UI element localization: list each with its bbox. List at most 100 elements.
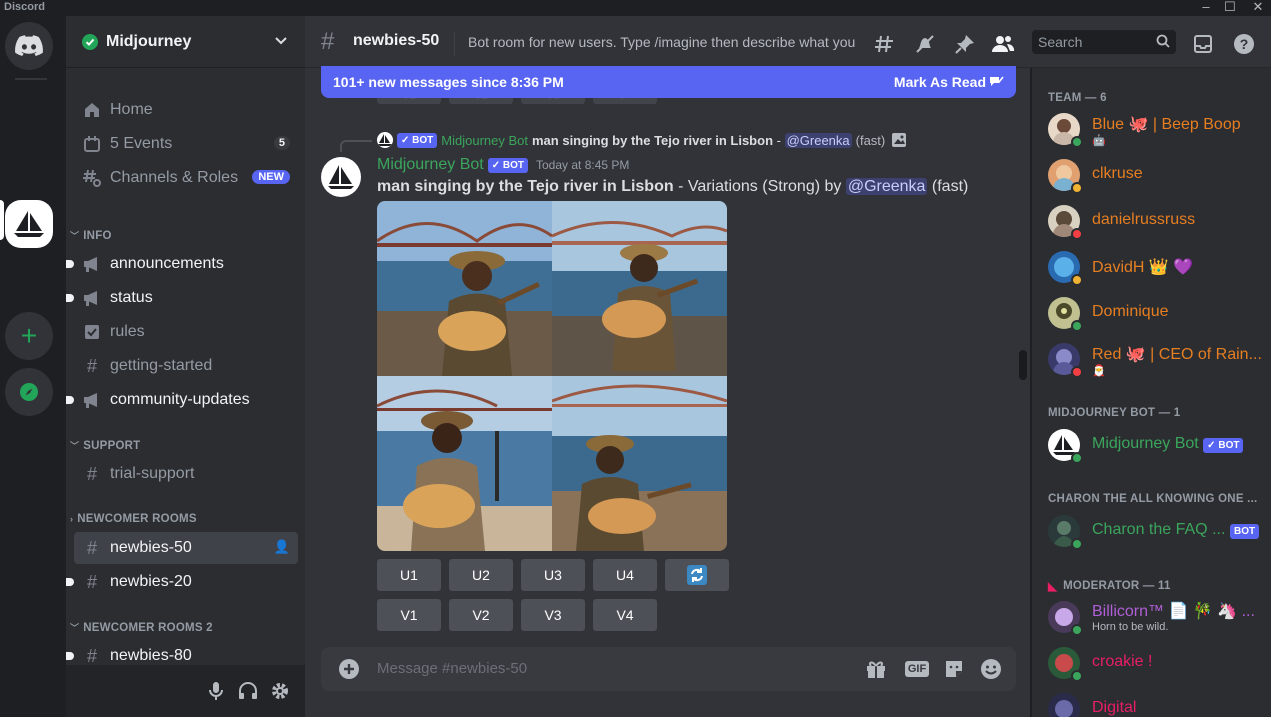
member-item[interactable]: danielrussruss bbox=[1040, 200, 1264, 242]
invite-member-icon[interactable]: 👤 bbox=[274, 539, 290, 555]
sidebar-item-rules[interactable]: rules bbox=[74, 316, 298, 348]
search-placeholder: Search bbox=[1038, 34, 1083, 50]
notification-muted-icon[interactable] bbox=[913, 32, 937, 56]
sidebar-item-events[interactable]: 5 Events 5 bbox=[74, 128, 298, 160]
gif-icon[interactable]: GIF bbox=[904, 657, 930, 681]
member-item[interactable]: Dominique bbox=[1040, 292, 1264, 334]
category-chevron-icon: ﹀ bbox=[70, 231, 80, 241]
help-icon[interactable]: ? bbox=[1232, 32, 1256, 56]
reroll-icon bbox=[687, 565, 707, 585]
midjourney-server-icon[interactable] bbox=[5, 200, 53, 248]
sidebar-item-getting-started[interactable]: # getting-started bbox=[74, 350, 298, 382]
message-author[interactable]: Midjourney Bot bbox=[377, 156, 484, 174]
sidebar-item-status[interactable]: status bbox=[66, 282, 298, 314]
chat-scrollbar[interactable] bbox=[1019, 350, 1027, 380]
threads-icon[interactable] bbox=[873, 32, 897, 56]
microphone-icon[interactable] bbox=[206, 681, 226, 701]
bot-badge: ✓ BOT bbox=[1203, 438, 1244, 453]
category-newcomer-rooms[interactable]: › NEWCOMER ROOMS bbox=[70, 513, 197, 525]
new-messages-text: 101+ new messages since 8:36 PM bbox=[333, 74, 564, 90]
upscale-button-2[interactable]: U2 bbox=[449, 559, 513, 591]
variation-button-3[interactable]: V3 bbox=[521, 599, 585, 631]
variation-button-1[interactable]: V1 bbox=[377, 599, 441, 631]
channel-topic[interactable]: Bot room for new users. Type /imagine th… bbox=[468, 34, 860, 50]
message-input[interactable]: Message #newbies-50 bbox=[377, 660, 527, 677]
upscale-button-1[interactable]: U1 bbox=[377, 559, 441, 591]
maximize-icon[interactable]: ☐ bbox=[1218, 0, 1242, 15]
gear-icon[interactable] bbox=[270, 681, 290, 701]
gift-icon[interactable] bbox=[864, 657, 888, 681]
sidebar-item-announcements[interactable]: announcements bbox=[66, 248, 298, 280]
unread-dot bbox=[66, 294, 74, 302]
member-item[interactable]: croakie ! bbox=[1040, 642, 1264, 684]
generated-image-2 bbox=[552, 201, 727, 376]
member-item[interactable]: Digital bbox=[1040, 688, 1264, 717]
emoji-icon[interactable] bbox=[979, 657, 1003, 681]
reply-mention[interactable]: @Greenka bbox=[784, 132, 852, 148]
member-list-icon[interactable] bbox=[991, 32, 1015, 56]
presence-indicator bbox=[1071, 182, 1083, 194]
image-grid-attachment[interactable] bbox=[377, 201, 727, 551]
member-name: Dominique bbox=[1092, 303, 1169, 320]
svg-text:?: ? bbox=[1240, 36, 1249, 52]
inbox-icon[interactable] bbox=[1191, 32, 1215, 56]
new-messages-bar[interactable]: 101+ new messages since 8:36 PM Mark As … bbox=[321, 66, 1016, 98]
pin-icon[interactable] bbox=[953, 32, 977, 56]
category-newcomer-rooms-2[interactable]: ﹀ NEWCOMER ROOMS 2 bbox=[70, 621, 213, 634]
variation-button-4[interactable]: V4 bbox=[593, 599, 657, 631]
member-item[interactable]: Midjourney Bot ✓ BOT bbox=[1040, 424, 1264, 466]
sidebar-item-community-updates[interactable]: community-updates bbox=[66, 384, 298, 416]
calendar-icon bbox=[82, 134, 102, 154]
minimize-icon[interactable]: – bbox=[1194, 0, 1218, 14]
category-info[interactable]: ﹀ INFO bbox=[70, 229, 112, 242]
category-label: INFO bbox=[83, 229, 112, 242]
message-content: man singing by the Tejo river in Lisbon … bbox=[377, 178, 968, 196]
presence-indicator bbox=[1071, 320, 1083, 332]
upscale-button-3[interactable]: U3 bbox=[521, 559, 585, 591]
member-item[interactable]: Billicorn™ 📄 🎋 🦄 ... Horn to be wild. bbox=[1040, 596, 1264, 638]
category-chevron-icon: ﹀ bbox=[70, 623, 80, 633]
message-reply-reference[interactable]: ✓ BOT Midjourney Bot man singing by the … bbox=[377, 132, 907, 148]
sidebar-item-newbies-50[interactable]: # newbies-50 👤 bbox=[74, 532, 298, 564]
bot-avatar[interactable] bbox=[321, 157, 361, 197]
member-item[interactable]: Charon the FAQ ... BOT bbox=[1040, 510, 1264, 552]
member-name: croakie ! bbox=[1092, 653, 1153, 670]
category-chevron-icon: › bbox=[70, 514, 74, 524]
speed-label: (fast) bbox=[927, 178, 969, 195]
server-list: + bbox=[0, 16, 66, 717]
channels-roles-icon bbox=[82, 168, 102, 188]
upscale-button-4[interactable]: U4 bbox=[593, 559, 657, 591]
sidebar-item-trial-support[interactable]: # trial-support bbox=[74, 458, 298, 490]
user-mention[interactable]: @Greenka bbox=[845, 178, 928, 195]
member-item[interactable]: DavidH 👑 💜 bbox=[1040, 246, 1264, 288]
presence-indicator bbox=[1071, 452, 1083, 464]
member-name: Digital bbox=[1092, 699, 1137, 716]
direct-messages-button[interactable] bbox=[5, 22, 53, 70]
attach-plus-icon[interactable] bbox=[337, 657, 361, 681]
server-header[interactable]: Midjourney bbox=[66, 16, 305, 68]
member-status-text: 🤖 bbox=[1092, 135, 1106, 147]
sidebar-item-newbies-20[interactable]: # newbies-20 bbox=[66, 566, 298, 598]
headphones-icon[interactable] bbox=[238, 681, 258, 701]
sticker-icon[interactable] bbox=[942, 657, 966, 681]
events-label: 5 Events bbox=[110, 135, 173, 152]
member-item[interactable]: Red 🐙 | CEO of Rain... 🎅 bbox=[1040, 338, 1264, 380]
mark-as-read-button[interactable]: Mark As Read bbox=[894, 74, 986, 90]
message-composer[interactable]: Message #newbies-50 GIF bbox=[321, 647, 1016, 691]
search-input[interactable]: Search bbox=[1032, 30, 1176, 54]
sidebar-item-channels-roles[interactable]: Channels & Roles NEW bbox=[74, 162, 298, 194]
presence-indicator bbox=[1071, 136, 1083, 148]
chevron-down-icon[interactable] bbox=[273, 32, 289, 48]
member-group-header: CHARON THE ALL KNOWING ONE ... bbox=[1048, 493, 1258, 505]
close-icon[interactable]: ✕ bbox=[1246, 0, 1270, 15]
member-item[interactable]: clkruse bbox=[1040, 154, 1264, 196]
new-badge: NEW bbox=[252, 170, 290, 184]
home-icon bbox=[82, 100, 102, 120]
reroll-button[interactable] bbox=[665, 559, 729, 591]
explore-servers-button[interactable] bbox=[5, 368, 53, 416]
add-server-button[interactable]: + bbox=[5, 312, 53, 360]
variation-button-2[interactable]: V2 bbox=[449, 599, 513, 631]
sidebar-item-home[interactable]: Home bbox=[74, 94, 298, 126]
category-support[interactable]: ﹀ SUPPORT bbox=[70, 439, 140, 452]
member-item[interactable]: Blue 🐙 | Beep Boop 🤖 bbox=[1040, 108, 1264, 150]
